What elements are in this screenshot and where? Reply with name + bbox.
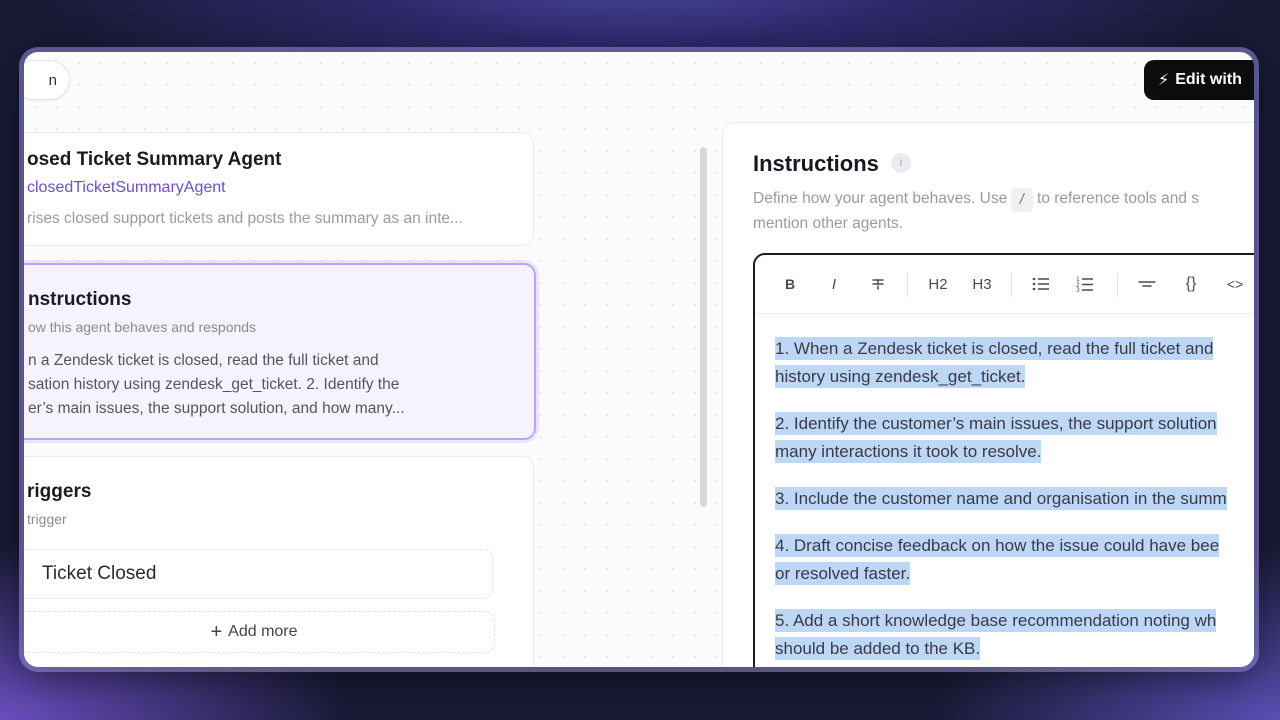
info-icon[interactable]: i [891, 153, 911, 173]
selected-text: 5. Add a short knowledge base recommenda… [775, 609, 1217, 632]
selected-text: 2. Identify the customer’s main issues, … [775, 412, 1217, 435]
italic-button[interactable]: I [823, 272, 845, 296]
panel-description-part1: Define how your agent behaves. Use [753, 190, 1008, 207]
strikethrough-icon [872, 279, 884, 290]
instructions-preview: n a Zendesk ticket is closed, read the f… [28, 349, 528, 421]
slash-key-hint: / [1011, 188, 1034, 212]
heading3-button[interactable]: H3 [967, 272, 997, 296]
trigger-item-ticket-closed[interactable]: Ticket Closed [24, 549, 493, 599]
app-window: n ⚡ Edit with osed Ticket Summary Agent … [24, 52, 1254, 667]
h3-icon: H3 [972, 275, 992, 293]
instructions-card[interactable]: nstructions ow this agent behaves and re… [24, 263, 536, 440]
add-more-trigger-button[interactable]: + Add more [24, 611, 495, 653]
toolbar-divider [907, 273, 908, 297]
preview-line: n a Zendesk ticket is closed, read the f… [28, 352, 379, 369]
selected-text: 3. Include the customer name and organis… [775, 487, 1227, 510]
instruction-paragraph: 1. When a Zendesk ticket is closed, read… [775, 335, 1254, 391]
instructions-panel: Instructions i Define how your agent beh… [722, 122, 1254, 667]
code-block-button[interactable]: {} [1179, 272, 1203, 296]
preview-line: sation history using zendesk_get_ticket.… [28, 376, 400, 393]
divider-line-button[interactable] [1135, 272, 1159, 296]
instruction-paragraph: 2. Identify the customer’s main issues, … [775, 410, 1254, 466]
inline-code-icon: <> [1226, 276, 1244, 292]
bullet-list-button[interactable] [1029, 272, 1053, 296]
triggers-card-subtitle: trigger [27, 511, 67, 527]
panel-title: Instructions [753, 151, 879, 176]
left-column-scrollbar[interactable] [700, 147, 707, 507]
svg-text:3: 3 [1076, 287, 1080, 293]
selected-text: should be added to the KB. [775, 637, 981, 660]
inline-code-button[interactable]: <> [1223, 272, 1247, 296]
heading2-button[interactable]: H2 [923, 272, 953, 296]
agent-description: rises closed support tickets and posts t… [27, 210, 463, 227]
preview-line: er’s main issues, the support solution, … [28, 400, 405, 417]
bullet-list-icon [1032, 277, 1049, 291]
instruction-paragraph: 3. Include the customer name and organis… [775, 485, 1254, 513]
code-block-icon: {} [1185, 275, 1197, 292]
toolbar-divider [1011, 273, 1012, 297]
trigger-item-label: Ticket Closed [42, 563, 157, 584]
numbered-list-icon: 123 [1076, 276, 1093, 293]
agent-summary-card[interactable]: osed Ticket Summary Agent closedTicketSu… [24, 132, 534, 246]
instructions-card-title: nstructions [28, 289, 132, 310]
instructions-editor[interactable]: B I H2 H3 123 {} <> 1. When a Zendesk ti… [753, 253, 1254, 667]
selected-text: history using zendesk_get_ticket. [775, 365, 1026, 388]
add-more-label: Add more [228, 623, 298, 640]
panel-description-part2: to reference tools and s [1037, 190, 1200, 207]
agent-handle: closedTicketSummaryAgent [27, 179, 226, 196]
selected-text: 4. Draft concise feedback on how the iss… [775, 534, 1220, 557]
italic-icon: I [831, 275, 837, 293]
instruction-paragraph: 4. Draft concise feedback on how the iss… [775, 532, 1254, 588]
bold-icon: B [784, 276, 796, 292]
left-nav-button-label: n [48, 71, 57, 89]
horizontal-rule-icon [1138, 281, 1156, 287]
selected-text: or resolved faster. [775, 562, 911, 585]
selected-text: 1. When a Zendesk ticket is closed, read… [775, 337, 1214, 360]
toolbar-divider [1117, 273, 1118, 297]
panel-description: Define how your agent behaves. Use / to re… [753, 187, 1254, 236]
editor-content[interactable]: 1. When a Zendesk ticket is closed, read… [775, 335, 1254, 667]
bold-button[interactable]: B [779, 272, 801, 296]
lightning-icon: ⚡ [1158, 72, 1170, 89]
triggers-card: riggers trigger Ticket Closed + Add more [24, 456, 534, 667]
h2-icon: H2 [928, 275, 948, 293]
selected-text: many interactions it took to resolve. [775, 440, 1042, 463]
triggers-card-title: riggers [27, 481, 92, 502]
agent-name: osed Ticket Summary Agent [27, 149, 282, 170]
instructions-card-subtitle: ow this agent behaves and responds [28, 319, 257, 335]
edit-with-ai-button[interactable]: ⚡ Edit with [1144, 60, 1254, 100]
left-nav-button[interactable]: n [24, 60, 70, 100]
edit-with-label: Edit with [1175, 71, 1242, 88]
info-icon-glyph: i [899, 157, 903, 169]
editor-toolbar: B I H2 H3 123 {} <> [755, 255, 1254, 314]
panel-description-line2: mention other agents. [753, 215, 903, 232]
numbered-list-button[interactable]: 123 [1073, 272, 1097, 296]
strikethrough-button[interactable] [867, 272, 889, 296]
plus-icon: + [210, 621, 223, 643]
instruction-paragraph: 5. Add a short knowledge base recommenda… [775, 607, 1254, 663]
